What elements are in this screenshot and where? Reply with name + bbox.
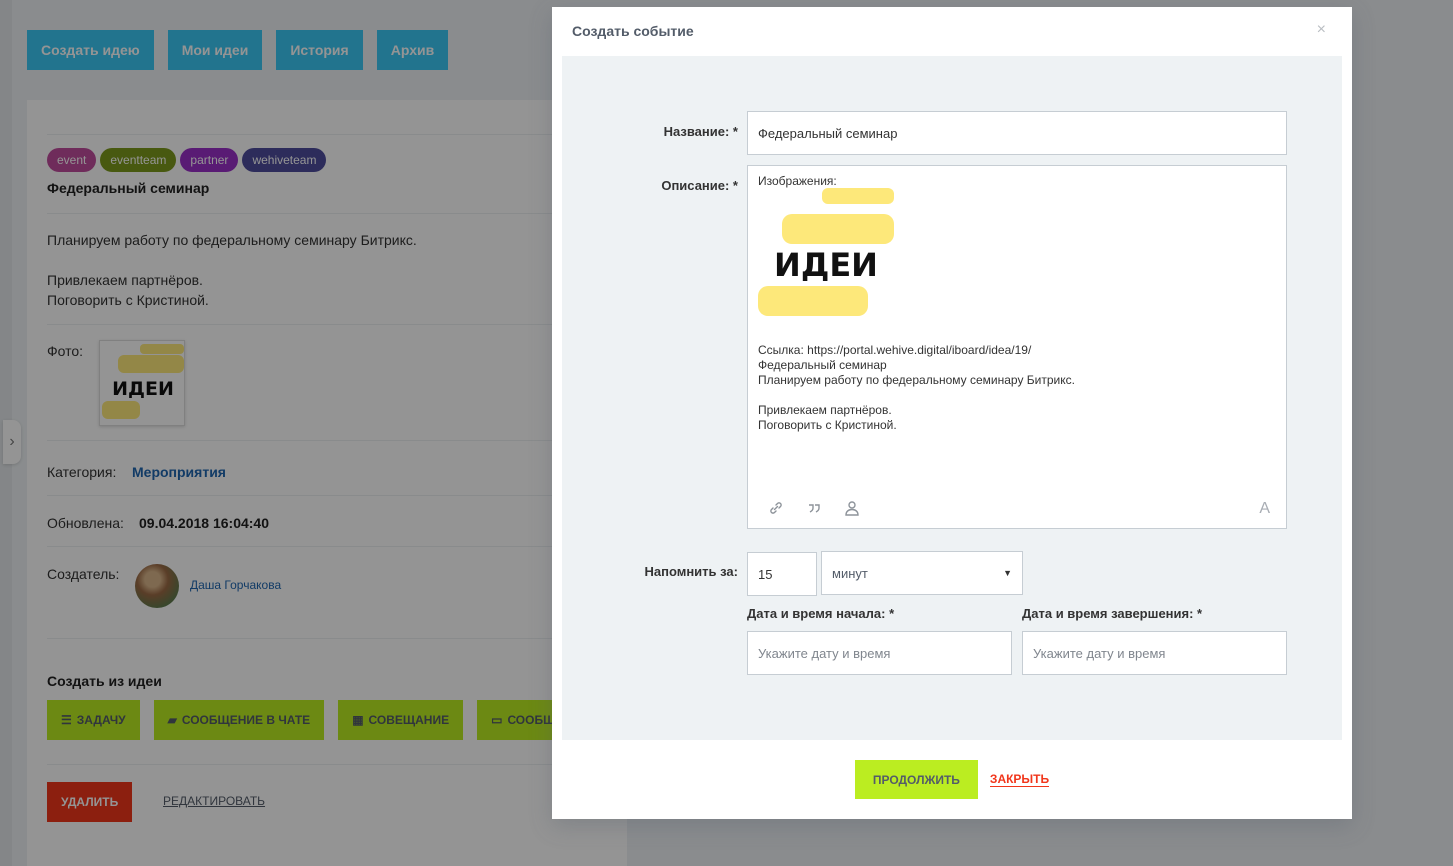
remind-unit-value: минут <box>832 565 868 581</box>
dialog-body: Название: * Федеральный семинар Описание… <box>562 56 1342 740</box>
start-datetime-input[interactable]: Укажите дату и время <box>747 631 1012 675</box>
description-editor[interactable]: Изображения: ИДЕИ Ссылка: https://portal… <box>747 165 1287 529</box>
description-label: Описание: * <box>661 178 738 193</box>
svg-text:ИДЕИ: ИДЕИ <box>774 246 878 284</box>
start-datetime-label: Дата и время начала: * <box>747 606 895 621</box>
end-datetime-label: Дата и время завершения: * <box>1022 606 1203 621</box>
close-icon[interactable]: × <box>1317 21 1326 39</box>
mention-user-icon[interactable] <box>844 500 860 516</box>
quote-icon[interactable] <box>806 500 822 516</box>
dialog-footer: ПРОДОЛЖИТЬ ЗАКРЫТЬ <box>552 740 1352 819</box>
text-format-icon[interactable]: A <box>1259 500 1270 518</box>
dialog-title: Создать событие <box>572 23 694 39</box>
link-icon[interactable] <box>768 500 784 516</box>
ideas-logo-icon: ИДЕИ <box>758 188 894 316</box>
end-datetime-input[interactable]: Укажите дату и время <box>1022 631 1287 675</box>
continue-button[interactable]: ПРОДОЛЖИТЬ <box>854 760 978 799</box>
name-input[interactable]: Федеральный семинар <box>747 111 1287 155</box>
name-label: Название: * <box>663 124 738 139</box>
description-body: Ссылка: https://portal.wehive.digital/ib… <box>758 343 1075 432</box>
create-event-dialog: Создать событие × Название: * Федеральны… <box>552 7 1352 819</box>
caret-down-icon: ▼ <box>1003 568 1012 578</box>
remind-unit-select[interactable]: минут ▼ <box>821 551 1023 595</box>
close-button[interactable]: ЗАКРЫТЬ <box>989 772 1050 787</box>
remind-value-input[interactable]: 15 <box>747 552 817 596</box>
remind-label: Напомнить за: <box>644 564 738 579</box>
images-label: Изображения: <box>758 174 837 188</box>
editor-toolbar <box>768 500 860 516</box>
